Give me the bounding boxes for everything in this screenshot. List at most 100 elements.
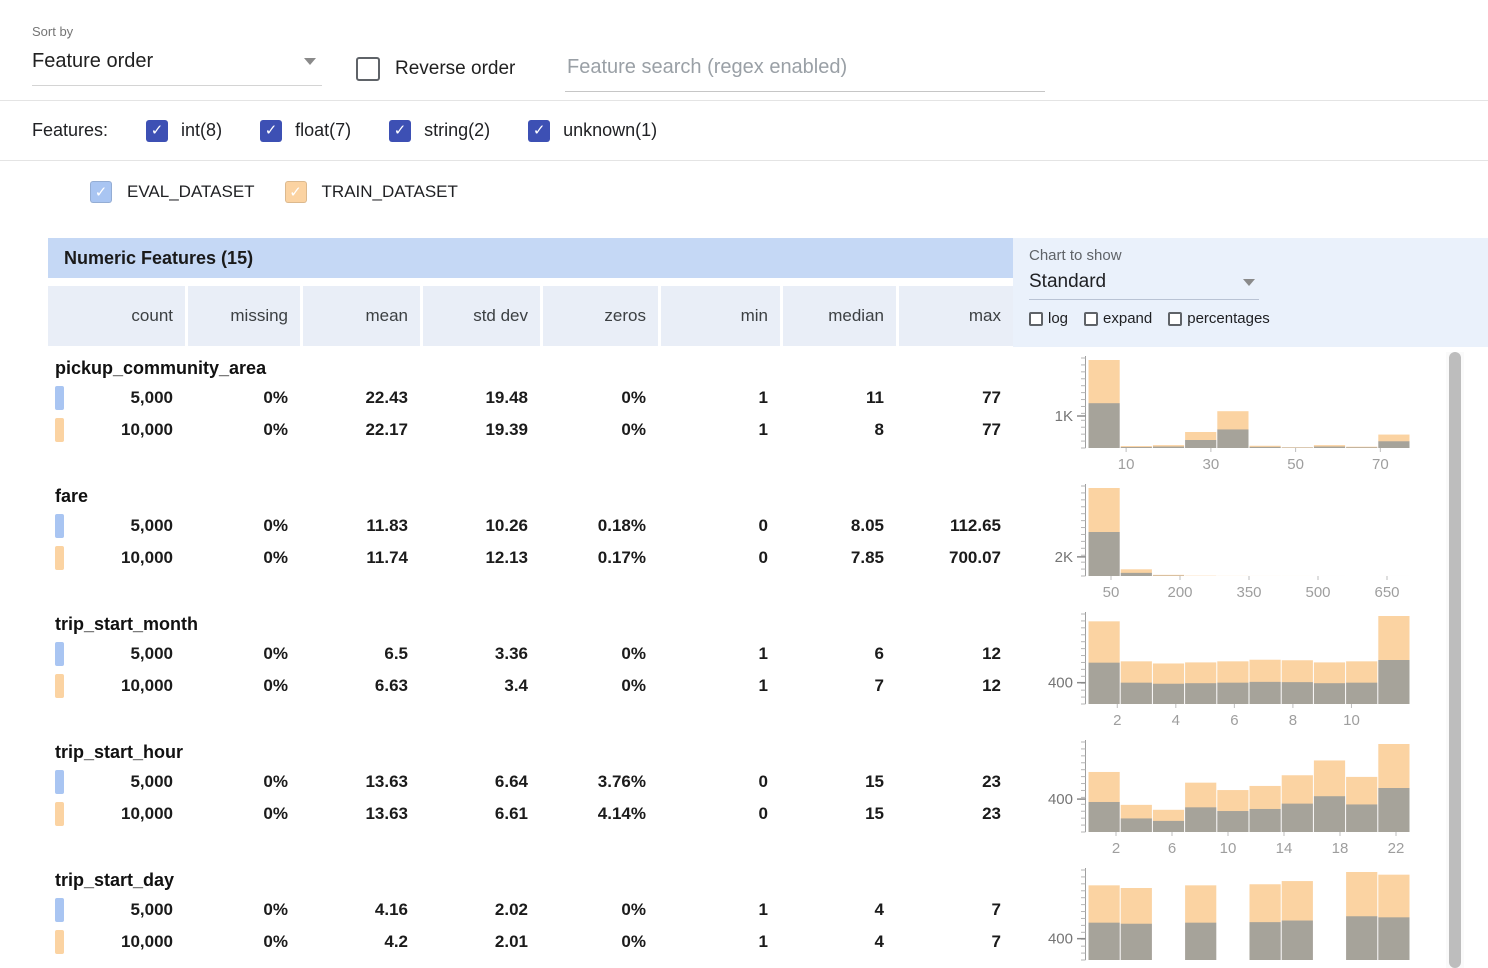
column-header-median: median bbox=[780, 286, 896, 346]
feature-name: trip_start_month bbox=[48, 608, 1013, 638]
feature-chart-cell: 1K10305070 bbox=[1013, 352, 1450, 480]
features-filter-label: Features: bbox=[32, 120, 108, 141]
stat-value: 1 bbox=[658, 420, 780, 440]
sort-by-value: Feature order bbox=[32, 50, 153, 73]
feature-chart-cell: 4002610141822 bbox=[1013, 736, 1450, 864]
svg-text:400: 400 bbox=[1048, 675, 1073, 692]
stat-value: 0% bbox=[185, 644, 300, 664]
eval-dataset-checkbox[interactable] bbox=[90, 181, 112, 203]
log-label: log bbox=[1048, 310, 1068, 327]
svg-text:6: 6 bbox=[1230, 712, 1238, 729]
unknown-checkbox[interactable] bbox=[528, 120, 550, 142]
svg-text:14: 14 bbox=[1276, 840, 1293, 857]
stat-value: 10,000 bbox=[48, 548, 185, 568]
stat-value: 10,000 bbox=[48, 804, 185, 824]
stat-value: 4.16 bbox=[300, 900, 420, 920]
column-header-stddev: std dev bbox=[420, 286, 540, 346]
percentages-label: percentages bbox=[1187, 310, 1270, 327]
stat-value: 0.17% bbox=[540, 548, 658, 568]
stat-value: 22.43 bbox=[300, 388, 420, 408]
stat-value: 700.07 bbox=[896, 548, 1013, 568]
reverse-order-checkbox[interactable] bbox=[356, 57, 380, 81]
stat-value: 6.61 bbox=[420, 804, 540, 824]
eval-stats-row: 5,0000%11.8310.260.18%08.05112.65 bbox=[48, 510, 1013, 542]
stat-value: 13.63 bbox=[300, 804, 420, 824]
train-legend-chip bbox=[55, 674, 64, 698]
svg-text:10: 10 bbox=[1343, 712, 1360, 729]
column-header-mean: mean bbox=[300, 286, 420, 346]
svg-text:400: 400 bbox=[1048, 791, 1073, 808]
stat-value: 5,000 bbox=[48, 900, 185, 920]
svg-text:400: 400 bbox=[1048, 931, 1073, 948]
toggle-log[interactable]: log bbox=[1029, 310, 1068, 327]
stat-value: 12 bbox=[896, 676, 1013, 696]
scrollbar-thumb[interactable] bbox=[1449, 352, 1461, 968]
svg-text:1K: 1K bbox=[1055, 408, 1073, 425]
chart-toggles: log expand percentages bbox=[1029, 310, 1488, 327]
eval-legend-chip bbox=[55, 770, 64, 794]
expand-checkbox[interactable] bbox=[1084, 312, 1098, 326]
stat-value: 8.05 bbox=[780, 516, 896, 536]
percentages-checkbox[interactable] bbox=[1168, 312, 1182, 326]
column-header-row: count missing mean std dev zeros min med… bbox=[48, 286, 1013, 346]
toggle-expand[interactable]: expand bbox=[1084, 310, 1152, 327]
stat-value: 11 bbox=[780, 388, 896, 408]
float-checkbox[interactable] bbox=[260, 120, 282, 142]
stat-value: 0% bbox=[540, 388, 658, 408]
svg-text:6: 6 bbox=[1168, 840, 1176, 857]
stat-value: 23 bbox=[896, 772, 1013, 792]
filter-item-unknown[interactable]: unknown(1) bbox=[528, 120, 657, 142]
eval-legend-chip bbox=[55, 386, 64, 410]
stat-value: 7.85 bbox=[780, 548, 896, 568]
feature-block: pickup_community_area 5,0000%22.4319.480… bbox=[48, 352, 1450, 480]
stat-value: 3.76% bbox=[540, 772, 658, 792]
chart-controls-panel: Chart to show Standard log expand percen… bbox=[1013, 238, 1488, 347]
filter-item-int[interactable]: int(8) bbox=[146, 120, 222, 142]
stat-value: 0% bbox=[540, 676, 658, 696]
numeric-features-title: Numeric Features (15) bbox=[48, 238, 1013, 278]
svg-text:10: 10 bbox=[1220, 840, 1237, 857]
sort-by-group: Sort by Feature order bbox=[32, 24, 322, 86]
filter-item-float[interactable]: float(7) bbox=[260, 120, 351, 142]
eval-legend-chip bbox=[55, 898, 64, 922]
feature-stats: trip_start_month 5,0000%6.53.360%1612 10… bbox=[48, 608, 1013, 736]
stat-value: 1 bbox=[658, 932, 780, 952]
stat-value: 12 bbox=[896, 644, 1013, 664]
stat-value: 1 bbox=[658, 388, 780, 408]
stat-value: 5,000 bbox=[48, 644, 185, 664]
histogram-chart: 4002610141822 bbox=[1013, 736, 1433, 858]
stat-value: 0% bbox=[185, 900, 300, 920]
stat-value: 12.13 bbox=[420, 548, 540, 568]
stat-value: 1 bbox=[658, 644, 780, 664]
int-checkbox[interactable] bbox=[146, 120, 168, 142]
train-dataset-checkbox[interactable] bbox=[285, 181, 307, 203]
string-checkbox-label: string(2) bbox=[424, 120, 490, 141]
log-checkbox[interactable] bbox=[1029, 312, 1043, 326]
eval-legend-chip bbox=[55, 642, 64, 666]
stat-value: 0 bbox=[658, 516, 780, 536]
train-legend-chip bbox=[55, 930, 64, 954]
string-checkbox[interactable] bbox=[389, 120, 411, 142]
dataset-item-train[interactable]: TRAIN_DATASET bbox=[285, 181, 458, 203]
stat-value: 0% bbox=[540, 900, 658, 920]
chevron-down-icon bbox=[1243, 279, 1255, 286]
sort-by-dropdown[interactable]: Feature order bbox=[32, 39, 322, 86]
stat-value: 5,000 bbox=[48, 388, 185, 408]
dataset-item-eval[interactable]: EVAL_DATASET bbox=[90, 181, 255, 203]
filter-item-string[interactable]: string(2) bbox=[389, 120, 490, 142]
stat-value: 13.63 bbox=[300, 772, 420, 792]
stat-value: 11.74 bbox=[300, 548, 420, 568]
int-checkbox-label: int(8) bbox=[181, 120, 222, 141]
feature-stats: trip_start_day 5,0000%4.162.020%147 10,0… bbox=[48, 864, 1013, 968]
stat-value: 10,000 bbox=[48, 932, 185, 952]
stat-value: 22.17 bbox=[300, 420, 420, 440]
stat-value: 5,000 bbox=[48, 516, 185, 536]
stat-value: 112.65 bbox=[896, 516, 1013, 536]
stat-value: 0% bbox=[540, 932, 658, 952]
feature-search-input[interactable] bbox=[565, 52, 1045, 92]
chart-type-dropdown[interactable]: Standard bbox=[1029, 266, 1259, 300]
toggle-percentages[interactable]: percentages bbox=[1168, 310, 1270, 327]
eval-legend-chip bbox=[55, 514, 64, 538]
stat-value: 11.83 bbox=[300, 516, 420, 536]
stat-value: 7 bbox=[896, 900, 1013, 920]
